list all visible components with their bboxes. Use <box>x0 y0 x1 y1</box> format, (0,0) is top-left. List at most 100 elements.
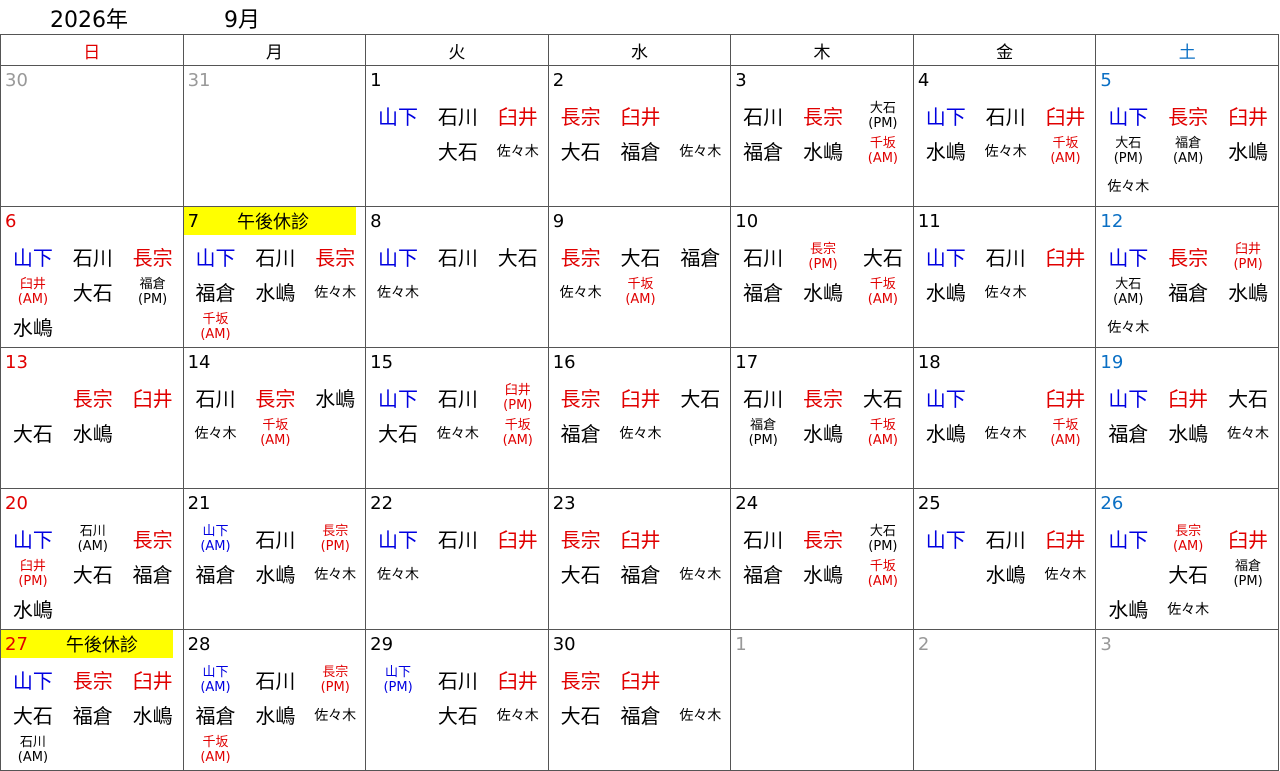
calendar-month: 9月 <box>224 8 260 33</box>
day-header: 3 <box>731 66 913 94</box>
staff-entry: 長宗 <box>315 246 356 270</box>
staff-entry: 佐々木 <box>436 425 479 442</box>
calendar-day-cell: 2 長宗 臼井 大石 福倉 佐々木 <box>547 65 732 207</box>
weekday-fri: 金 <box>912 34 1097 66</box>
calendar-day-cell: 3 <box>1095 629 1279 771</box>
day-number: 21 <box>187 492 211 514</box>
day-number: 22 <box>370 492 394 514</box>
empty-slot <box>916 556 976 591</box>
staff-entry: 大石 <box>437 704 478 728</box>
staff-entry: 石川 <box>985 246 1026 270</box>
staff-entry: 千坂 (AM) <box>502 417 533 448</box>
staff-schedule: 山下 長宗 (AM) 臼井 大石 福倉 (PM) 水嶋 佐々木 <box>1096 517 1278 626</box>
staff-entry: 臼井 <box>497 669 538 693</box>
day-header: 18 <box>914 348 1096 376</box>
staff-entry: 水嶋 <box>1228 140 1269 164</box>
calendar-week-row: 20 山下 石川 (AM) 長宗 臼井 (PM) 大石 福倉 水嶋 21 山下 (AM) 石川 長宗 (PM)… <box>0 488 1279 630</box>
day-header: 23 <box>549 489 731 517</box>
staff-entry: 山下 <box>12 669 53 693</box>
staff-entry: 水嶋 <box>255 281 296 305</box>
day-header: 16 <box>549 348 731 376</box>
calendar-day-cell: 2 <box>912 629 1097 771</box>
day-header: 10 <box>731 207 913 235</box>
staff-entry: 佐々木 <box>194 425 237 442</box>
calendar-day-cell: 24 石川 長宗 大石 (PM) 福倉 水嶋 千坂 (AM) <box>730 488 914 630</box>
calendar-day-cell: 9 長宗 大石 福倉 佐々木 千坂 (AM) <box>547 206 732 348</box>
staff-entry: 長宗 <box>72 669 113 693</box>
staff-entry: 水嶋 <box>985 563 1026 587</box>
staff-entry: 水嶋 <box>925 281 966 305</box>
day-number: 2 <box>917 633 930 655</box>
calendar-day-cell: 1 山下 石川 臼井 大石 佐々木 <box>365 65 549 207</box>
staff-entry: 長宗 <box>132 528 173 552</box>
staff-entry: 千坂 (AM) <box>867 417 899 448</box>
day-number: 26 <box>1100 492 1124 514</box>
calendar-year: 2026年 <box>50 8 128 33</box>
staff-entry: 千坂 (AM) <box>200 311 231 342</box>
staff-entry: 山下 (PM) <box>383 664 413 695</box>
staff-schedule: 山下 (PM) 石川 臼井 大石 佐々木 <box>366 658 548 732</box>
calendar-day-cell: 29 山下 (PM) 石川 臼井 大石 佐々木 <box>365 629 549 771</box>
staff-entry: 千坂 (AM) <box>200 734 231 765</box>
day-number: 5 <box>1100 69 1112 91</box>
day-number: 25 <box>917 492 941 514</box>
staff-entry: 福倉 <box>195 281 236 305</box>
staff-entry: 大石 <box>560 563 601 587</box>
day-header: 15 <box>366 348 548 376</box>
staff-entry: 大石 <box>12 422 53 446</box>
staff-entry: 長宗 <box>255 387 296 411</box>
staff-entry: 臼井 (PM) <box>18 558 48 589</box>
staff-entry: 千坂 (AM) <box>867 276 899 307</box>
staff-entry: 長宗 (AM) <box>1173 523 1204 554</box>
day-header: 7 午後休診 <box>183 207 356 235</box>
staff-entry: 福倉 <box>743 281 784 305</box>
staff-entry: 石川 <box>255 528 296 552</box>
calendar-day-cell: 13 長宗 臼井 大石 水嶋 <box>0 347 184 489</box>
staff-entry: 石川 <box>437 528 478 552</box>
staff-entry: 石川 (AM) <box>17 734 49 765</box>
staff-entry: 大石 <box>862 387 903 411</box>
staff-entry: 水嶋 <box>1108 598 1149 622</box>
staff-entry: 臼井 <box>620 387 661 411</box>
staff-entry: 山下 <box>378 387 419 411</box>
day-header: 3 <box>1096 630 1278 658</box>
staff-entry: 臼井 <box>132 387 173 411</box>
staff-entry: 石川 <box>743 528 784 552</box>
day-number: 15 <box>370 351 394 373</box>
staff-entry: 佐々木 <box>377 284 420 301</box>
staff-entry: 大石 <box>378 422 419 446</box>
staff-entry: 長宗 <box>560 105 601 129</box>
day-header: 12 <box>1096 207 1278 235</box>
staff-entry: 石川 <box>985 528 1026 552</box>
staff-entry: 臼井 <box>497 528 538 552</box>
staff-entry: 千坂 (AM) <box>625 276 656 307</box>
calendar-day-cell: 28 山下 (AM) 石川 長宗 (PM) 福倉 水嶋 佐々木 千坂 (AM) <box>182 629 367 771</box>
staff-entry: 長宗 <box>132 246 173 270</box>
staff-entry: 石川 <box>743 387 784 411</box>
calendar-day-cell: 30 <box>0 65 184 207</box>
day-header: 6 <box>1 207 183 235</box>
staff-entry: 福倉 <box>1108 422 1149 446</box>
staff-entry: 臼井 <box>1045 246 1086 270</box>
staff-entry: 大石 <box>72 563 113 587</box>
staff-schedule: 長宗 臼井 大石 福倉 佐々木 <box>549 517 731 591</box>
staff-schedule: 山下 長宗 臼井 (PM) 大石 (AM) 福倉 水嶋 佐々木 <box>1096 235 1278 344</box>
staff-entry: 佐々木 <box>679 566 722 583</box>
day-header: 14 <box>184 348 366 376</box>
staff-entry: 福倉 <box>72 704 113 728</box>
calendar-day-cell: 18 山下 臼井 水嶋 佐々木 千坂 (AM) <box>912 347 1097 489</box>
closed-afternoon-note: 午後休診 <box>237 212 310 233</box>
day-number: 10 <box>735 210 759 232</box>
staff-schedule: 山下 石川 臼井 佐々木 <box>366 517 548 591</box>
calendar-day-cell: 15 山下 石川 臼井 (PM) 大石 佐々木 千坂 (AM) <box>365 347 549 489</box>
staff-entry: 水嶋 <box>255 563 296 587</box>
staff-entry: 臼井 <box>1168 387 1209 411</box>
staff-entry: 大石 <box>560 140 601 164</box>
staff-entry: 佐々木 <box>984 143 1027 160</box>
staff-schedule: 長宗 臼井 大石 福倉 佐々木 <box>549 376 731 450</box>
day-header: 13 <box>1 348 183 376</box>
staff-entry: 大石 <box>862 246 903 270</box>
staff-entry: 水嶋 <box>803 563 844 587</box>
staff-entry: 臼井 <box>1228 528 1269 552</box>
day-number: 8 <box>370 210 382 232</box>
